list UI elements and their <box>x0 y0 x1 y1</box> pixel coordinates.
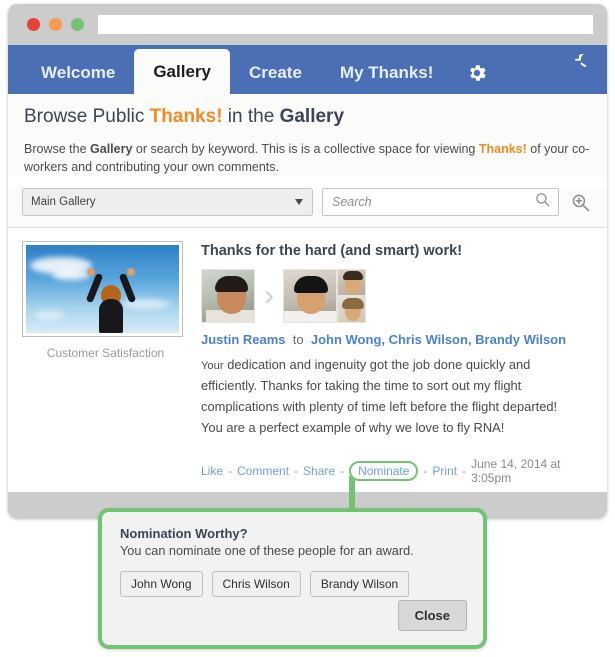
tab-welcome[interactable]: Welcome <box>22 52 134 94</box>
nominee-button-brandy-wilson[interactable]: Brandy Wilson <box>309 571 410 597</box>
gallery-select[interactable]: Main Gallery <box>22 188 313 217</box>
desc-gallery: Gallery <box>90 142 133 156</box>
page-title-thanks: Thanks! <box>149 106 223 127</box>
page-title-gallery: Gallery <box>279 106 345 127</box>
recipients-link[interactable]: John Wong, Chris Wilson, Brandy Wilson <box>311 332 566 347</box>
sender-link[interactable]: Justin Reams <box>201 332 286 347</box>
action-separator: - <box>294 463 299 478</box>
refresh-icon[interactable] <box>564 44 586 86</box>
gear-icon[interactable] <box>466 52 488 94</box>
zoom-in-icon[interactable] <box>570 192 591 213</box>
action-separator: - <box>423 463 428 478</box>
browser-titlebar <box>8 4 607 45</box>
like-link[interactable]: Like <box>201 464 223 478</box>
page-title-part1: Browse Public <box>24 106 150 127</box>
minimize-window-button[interactable] <box>49 18 62 31</box>
share-link[interactable]: Share <box>303 464 335 478</box>
print-link[interactable]: Print <box>432 464 457 478</box>
customer-satisfaction-image <box>26 245 179 334</box>
main-navigation: Welcome Gallery Create My Thanks! <box>8 45 607 94</box>
action-separator: - <box>228 463 233 478</box>
popup-title: Nomination Worthy? <box>120 526 248 541</box>
celebrating-person-figure <box>85 268 137 334</box>
message-title: Thanks for the hard (and smart) work! <box>201 243 463 260</box>
message-body-first-word: Your <box>201 360 224 373</box>
chevron-down-icon <box>295 199 303 206</box>
desc-part2: or search by keyword. This is is a colle… <box>132 142 479 156</box>
nominee-button-row: John Wong Chris Wilson Brandy Wilson <box>120 571 465 597</box>
comment-link[interactable]: Comment <box>237 464 289 478</box>
search-input[interactable] <box>330 194 534 211</box>
close-window-button[interactable] <box>27 18 40 31</box>
page-title-part2: in the <box>222 106 280 127</box>
thumbnail-caption: Customer Satisfaction <box>46 346 165 361</box>
people-line: Justin Reams to John Wong, Chris Wilson,… <box>201 332 593 347</box>
search-icon[interactable] <box>534 191 551 213</box>
desc-part1: Browse the <box>24 142 91 156</box>
thumbnail-column: Customer Satisfaction <box>22 241 189 499</box>
page-header: Browse Public Thanks! in the Gallery Bro… <box>8 94 607 177</box>
close-button[interactable]: Close <box>397 600 467 631</box>
message-column: Thanks for the hard (and smart) work! › <box>189 241 593 499</box>
avatar-row: › <box>201 269 593 324</box>
chevron-right-icon: › <box>264 279 274 313</box>
message-body-rest: dedication and ingenuity got the job don… <box>201 357 558 435</box>
nominate-link[interactable]: Nominate <box>358 464 409 478</box>
page-title: Browse Public Thanks! in the Gallery <box>24 106 591 128</box>
action-separator: - <box>340 463 345 478</box>
nominate-highlight: Nominate <box>349 460 419 481</box>
page-description: Browse the Gallery or search by keyword.… <box>24 140 591 176</box>
page-content: Browse Public Thanks! in the Gallery Bro… <box>8 94 607 499</box>
message-body: Your dedication and ingenuity got the jo… <box>201 355 581 439</box>
nominee-button-john-wong[interactable]: John Wong <box>120 571 203 597</box>
desc-thanks: Thanks! <box>478 142 527 156</box>
recipient-avatar-john-wong[interactable] <box>283 269 337 324</box>
tab-create[interactable]: Create <box>230 52 321 94</box>
recipient-avatar-chris-wilson[interactable] <box>337 269 366 297</box>
timestamp: June 14, 2014 at 3:05pm <box>471 456 561 485</box>
sender-avatar[interactable] <box>201 269 255 324</box>
nomination-popup: Nomination Worthy? You can nominate one … <box>98 508 487 649</box>
tab-my-thanks[interactable]: My Thanks! <box>321 52 453 94</box>
filter-bar: Main Gallery <box>8 188 607 229</box>
recipient-avatar-brandy-wilson[interactable] <box>337 296 366 324</box>
thumbnail-frame[interactable] <box>22 241 183 338</box>
popup-description: You can nominate one of these people for… <box>120 544 414 558</box>
search-box[interactable] <box>322 188 559 217</box>
recipient-avatars <box>283 269 366 324</box>
action-separator: - <box>462 463 467 478</box>
window-controls <box>27 18 84 31</box>
tab-gallery[interactable]: Gallery <box>134 49 230 94</box>
nominee-button-chris-wilson[interactable]: Chris Wilson <box>211 571 301 597</box>
browser-window: Welcome Gallery Create My Thanks! Browse… <box>8 4 607 518</box>
address-bar[interactable] <box>98 15 593 34</box>
thanks-card: Customer Satisfaction Thanks for the har… <box>8 228 607 499</box>
to-label: to <box>292 332 304 348</box>
gallery-select-value: Main Gallery <box>31 196 96 209</box>
maximize-window-button[interactable] <box>71 18 84 31</box>
